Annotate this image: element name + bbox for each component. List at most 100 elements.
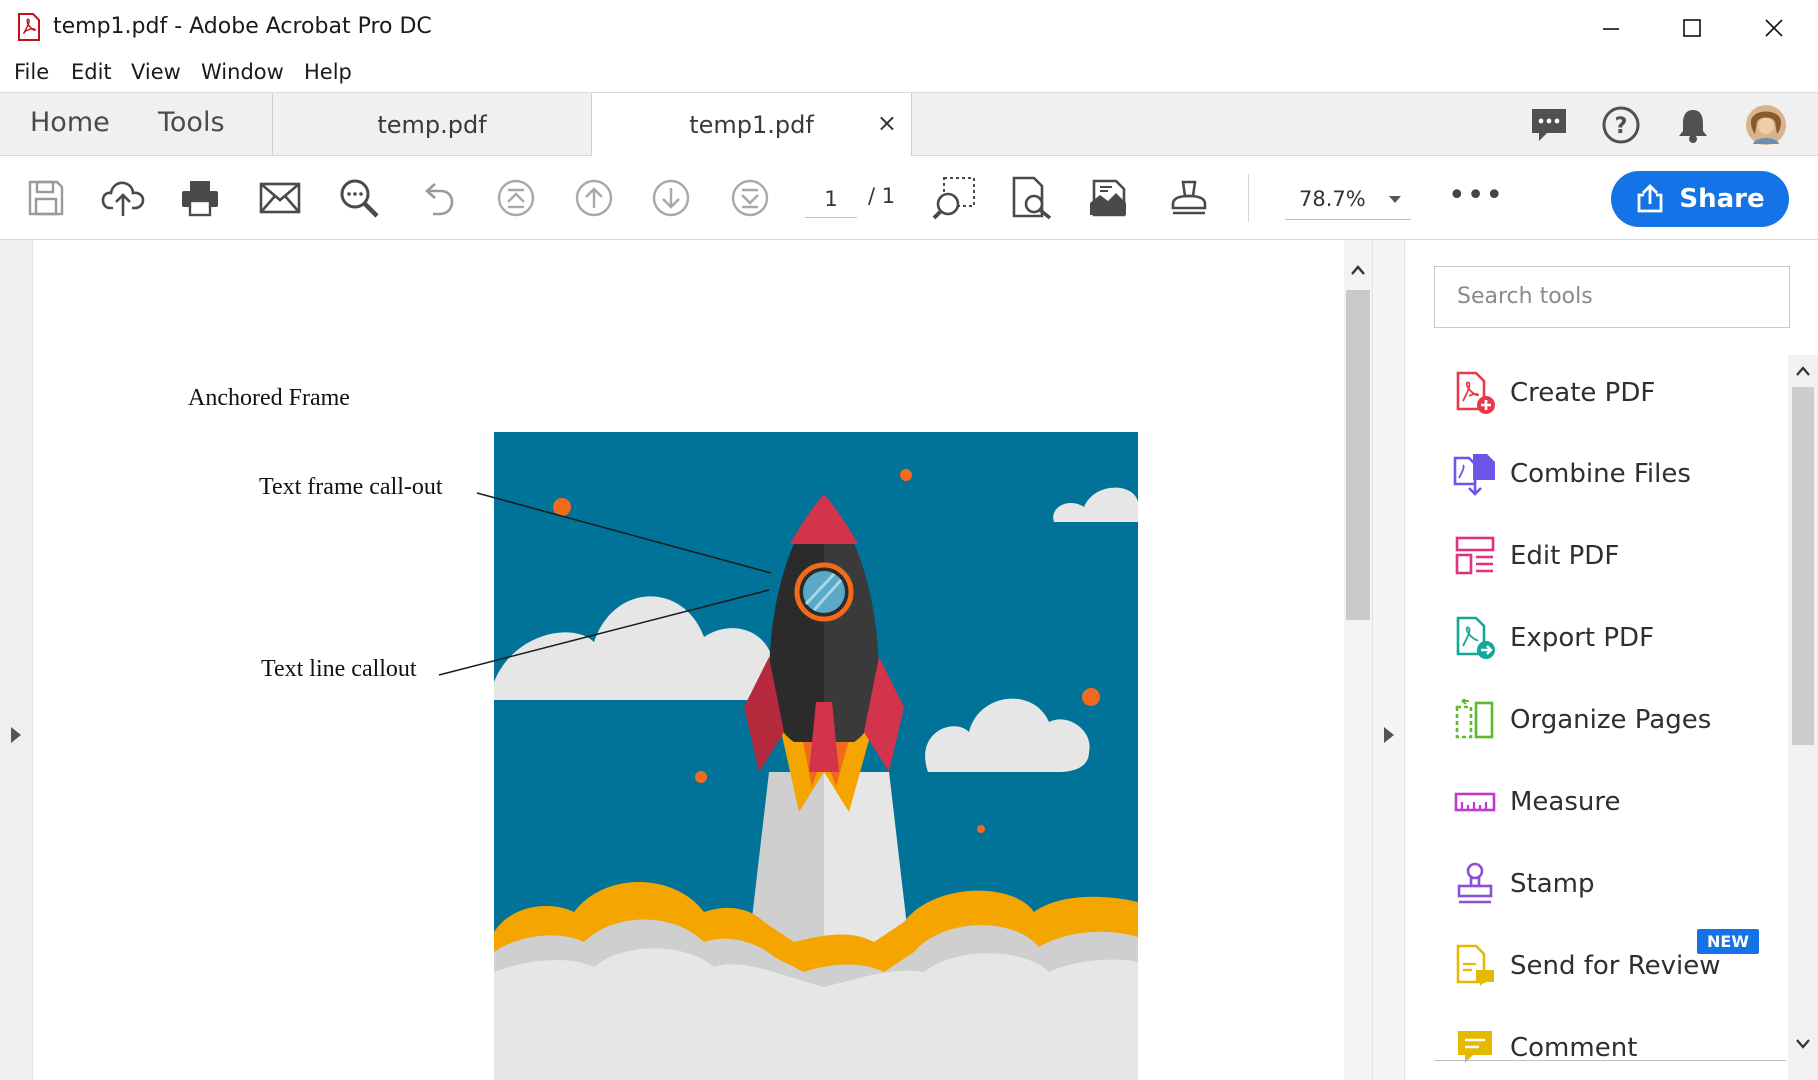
tool-edit-pdf[interactable]: Edit PDF (1452, 526, 1772, 586)
comment-bubble-icon (1532, 109, 1566, 141)
find-icon (1012, 176, 1052, 220)
bell-icon (1679, 110, 1707, 143)
share-icon (1637, 184, 1663, 213)
tool-comment[interactable]: Comment (1452, 1018, 1772, 1078)
svg-text:?: ? (1615, 114, 1628, 139)
menu-file[interactable]: File (14, 60, 49, 84)
find-button[interactable] (1010, 176, 1054, 220)
toolbar: 1 / 1 78.7% ••• Share (0, 156, 1818, 240)
menu-help[interactable]: Help (304, 60, 352, 84)
prev-page-icon (575, 179, 613, 217)
menu-edit[interactable]: Edit (71, 60, 112, 84)
next-page-button[interactable] (649, 176, 693, 220)
mail-icon (259, 182, 301, 214)
upload-button[interactable] (101, 176, 145, 220)
callout-leader-lines (438, 492, 772, 676)
print-button[interactable] (178, 176, 222, 220)
tab-tools[interactable]: Tools (158, 107, 225, 138)
cloud-upload-icon (101, 181, 145, 216)
notifications-button[interactable] (1672, 104, 1714, 146)
zoom-value: 78.7% (1299, 187, 1366, 211)
menu-bar: File Edit View Window Help (0, 55, 1818, 92)
marquee-zoom-button[interactable] (932, 176, 976, 220)
avatar[interactable] (1745, 104, 1787, 146)
organize-pages-icon (1455, 699, 1494, 739)
tab-home[interactable]: Home (30, 107, 110, 138)
chevron-up-icon[interactable] (1795, 365, 1811, 377)
undo-icon (425, 183, 454, 216)
menu-window[interactable]: Window (201, 60, 284, 84)
scan-button[interactable] (1088, 176, 1132, 220)
comment-icon (1458, 1031, 1492, 1063)
tab-close-icon[interactable]: × (877, 109, 897, 137)
minimize-button[interactable] (1571, 0, 1651, 55)
tool-label: Stamp (1510, 869, 1595, 899)
last-page-icon (731, 179, 769, 217)
page-number-input[interactable]: 1 (805, 182, 857, 218)
panel-divider (1434, 1060, 1786, 1061)
right-panel-toggle[interactable] (1372, 240, 1405, 1080)
close-icon (1765, 18, 1783, 37)
tool-export-pdf[interactable]: Export PDF (1452, 608, 1772, 668)
tab-temp1-pdf[interactable]: temp1.pdf × (592, 93, 912, 157)
export-pdf-icon (1456, 616, 1495, 659)
document-scroll-thumb[interactable] (1346, 290, 1370, 620)
tool-create-pdf[interactable]: Create PDF (1452, 363, 1772, 423)
save-button[interactable] (24, 176, 68, 220)
stamp-icon (1457, 862, 1493, 904)
tools-panel-scroll-thumb[interactable] (1792, 387, 1814, 745)
left-panel-toggle[interactable] (0, 240, 33, 1080)
email-button[interactable] (258, 176, 302, 220)
tool-measure[interactable]: Measure (1452, 772, 1772, 832)
find-text-button[interactable] (337, 176, 381, 220)
combine-files-icon (1453, 454, 1495, 496)
chevron-down-icon[interactable] (1795, 1038, 1811, 1050)
maximize-button[interactable] (1652, 0, 1732, 55)
first-page-button[interactable] (494, 176, 538, 220)
minimize-icon (1603, 27, 1619, 30)
search-tools-input[interactable]: Search tools (1434, 266, 1790, 328)
chevron-right-icon (1384, 727, 1394, 743)
comments-button[interactable] (1528, 104, 1570, 146)
tool-stamp[interactable]: Stamp (1452, 854, 1772, 914)
chevron-up-icon[interactable] (1350, 264, 1366, 276)
create-pdf-icon (1456, 371, 1495, 414)
marquee-zoom-icon (932, 177, 975, 220)
first-page-icon (497, 179, 535, 217)
tool-label: Comment (1510, 1033, 1638, 1063)
tool-label: Organize Pages (1510, 705, 1712, 735)
tool-label: Export PDF (1510, 623, 1655, 653)
stamp-tool-button[interactable] (1167, 176, 1211, 220)
tool-label: Combine Files (1510, 459, 1691, 489)
prev-page-button[interactable] (572, 176, 616, 220)
chevron-right-icon (11, 727, 21, 743)
chevron-down-icon (1389, 196, 1401, 203)
tool-combine-files[interactable]: Combine Files (1452, 444, 1772, 504)
more-tools-button[interactable]: ••• (1448, 178, 1504, 213)
tools-panel-scrollbar[interactable] (1788, 355, 1818, 1080)
maximize-icon (1683, 18, 1701, 37)
user-avatar-icon (1746, 105, 1786, 145)
save-icon (28, 180, 64, 216)
tab-temp-pdf[interactable]: temp.pdf (272, 93, 592, 156)
close-window-button[interactable] (1734, 0, 1814, 55)
tool-organize-pages[interactable]: Organize Pages (1452, 690, 1772, 750)
share-label: Share (1679, 184, 1765, 214)
measure-icon (1454, 792, 1496, 812)
document-scrollbar[interactable] (1344, 240, 1372, 1080)
tool-label: Measure (1510, 787, 1621, 817)
tab-bar: Home Tools temp.pdf temp1.pdf × ? (0, 92, 1818, 157)
menu-view[interactable]: View (131, 60, 181, 84)
tool-label: Edit PDF (1510, 541, 1620, 571)
page-total: / 1 (868, 184, 896, 208)
stamp-tool-icon (1171, 180, 1207, 215)
share-button[interactable]: Share (1611, 171, 1789, 227)
last-page-button[interactable] (728, 176, 772, 220)
zoom-select[interactable]: 78.7% (1285, 180, 1411, 220)
window-title: temp1.pdf - Adobe Acrobat Pro DC (53, 14, 432, 39)
help-button[interactable]: ? (1600, 104, 1642, 146)
next-page-icon (652, 179, 690, 217)
undo-button[interactable] (414, 176, 458, 220)
acrobat-pdf-icon (18, 13, 40, 41)
help-icon: ? (1602, 106, 1640, 144)
